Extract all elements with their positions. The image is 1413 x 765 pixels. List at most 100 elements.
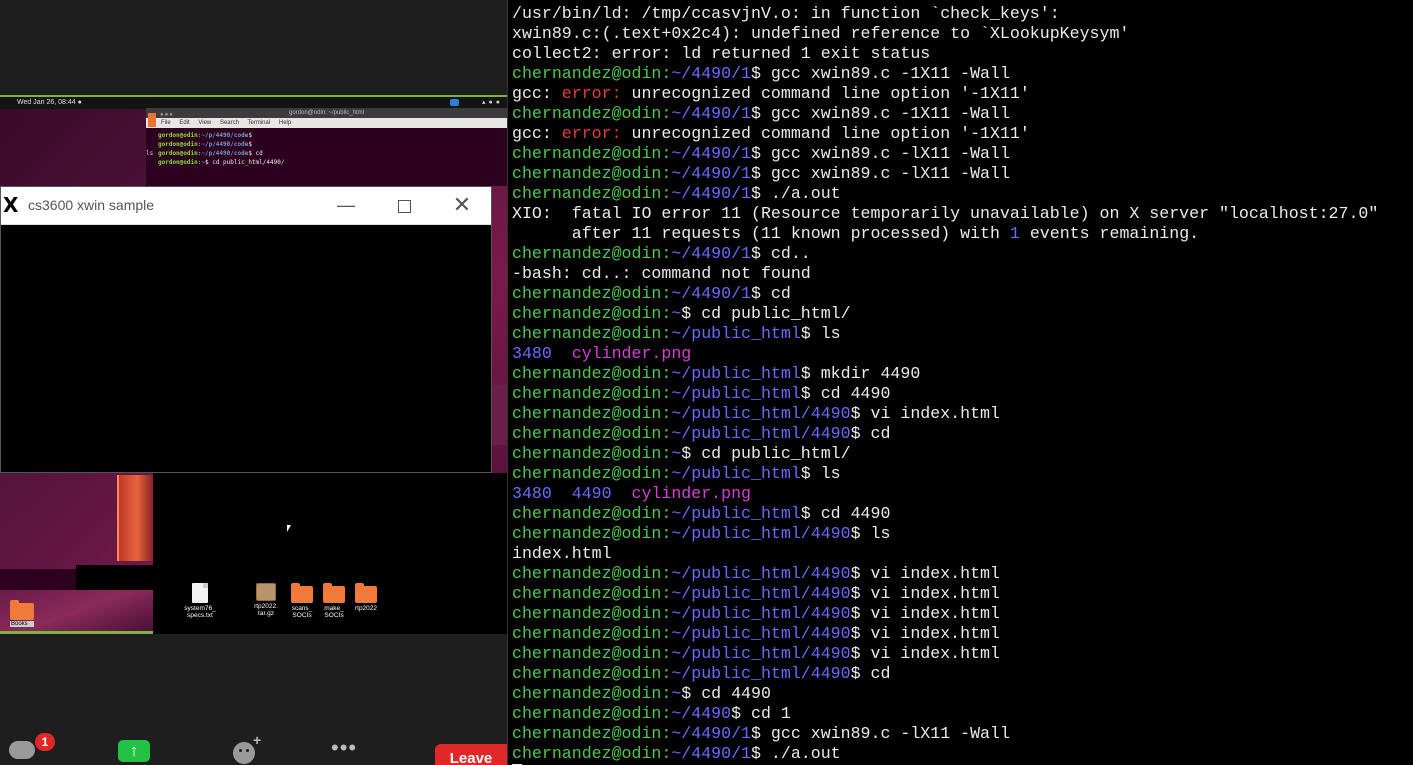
terminal-line: chernandez@odin:~/public_html/4490$ vi i… — [512, 564, 1378, 584]
ls-file: cylinder.png — [611, 484, 752, 503]
terminal-line: after 11 requests (11 known processed) w… — [512, 224, 1378, 244]
prompt-command: $ ls — [800, 464, 841, 483]
prompt-user: chernandez@odin: — [512, 564, 672, 583]
terminal-line: chernandez@odin:~$ cd public_html/ — [512, 444, 1378, 464]
prompt-path: ~/public_html/4490 — [671, 424, 851, 443]
terminal-line: chernandez@odin:~$ cd 4490 — [512, 684, 1378, 704]
prompt-path: ~ — [671, 684, 682, 703]
prompt-command: $ gcc xwin89.c -lX11 -Wall — [751, 164, 1010, 183]
maximize-button[interactable] — [381, 191, 427, 219]
xwin-sample-window[interactable]: X cs3600 xwin sample — ✕ — [0, 186, 492, 473]
chat-icon — [9, 741, 35, 759]
chat-button[interactable]: 1 — [8, 733, 55, 763]
xwin-titlebar[interactable]: X cs3600 xwin sample — ✕ — [1, 187, 491, 225]
gcc-prefix: gcc: — [512, 124, 562, 143]
prompt-command: $ gcc xwin89.c -1X11 -Wall — [751, 104, 1010, 123]
prompt-command: $ ls — [850, 524, 891, 543]
shared-terminal-line: gordon@odin:~$ cd public_html/4490/ — [158, 159, 285, 166]
prompt-path: ~ — [671, 304, 682, 323]
close-button[interactable]: ✕ — [439, 191, 485, 219]
desktop-file-system76-specs[interactable]: system76_ specs.txt — [180, 583, 220, 619]
prompt-user: chernandez@odin: — [512, 164, 672, 183]
output-text: /usr/bin/ld: /tmp/ccasvjnV.o: in functio… — [512, 4, 1060, 23]
prompt-user: chernandez@odin: — [512, 424, 672, 443]
prompt-user: chernandez@odin: — [512, 664, 672, 683]
prompt-path: ~/public_html/4490 — [671, 664, 851, 683]
leave-button[interactable]: Leave — [435, 744, 507, 765]
prompt-user: chernandez@odin: — [512, 64, 672, 83]
minimize-button[interactable]: — — [323, 191, 369, 219]
menu-search: Search — [219, 120, 239, 126]
terminal-line: chernandez@odin:~/public_html/4490$ vi i… — [512, 584, 1378, 604]
prompt-user: chernandez@odin: — [512, 284, 672, 303]
terminal-line: gcc: error: unrecognized command line op… — [512, 84, 1378, 104]
terminal-line: chernandez@odin:~/4490/1$ gcc xwin89.c -… — [512, 724, 1378, 744]
share-screen-button[interactable]: ↑ — [118, 740, 150, 762]
prompt-path: ~/public_html — [671, 364, 801, 383]
prompt-path: ~/public_html — [671, 464, 801, 483]
gcc-prefix: gcc: — [512, 84, 562, 103]
desktop-folder-rtp2022[interactable]: rtp2022 — [346, 583, 386, 612]
prompt-command: $ vi index.html — [850, 404, 1000, 423]
wallpaper-fragment — [490, 385, 507, 445]
terminal-line: chernandez@odin:~/4490/1$ gcc xwin89.c -… — [512, 164, 1378, 184]
prompt-command: $ cd 1 — [731, 704, 791, 723]
prompt-command: $ vi index.html — [850, 624, 1000, 643]
prompt-path: ~/4490/1 — [671, 64, 751, 83]
prompt-command: $ vi index.html — [850, 564, 1000, 583]
prompt-user: chernandez@odin: — [512, 364, 672, 383]
prompt-path: ~/public_html/4490 — [671, 624, 851, 643]
prompt-user: chernandez@odin: — [512, 144, 672, 163]
output-text: after 11 requests (11 known processed) w… — [512, 224, 1010, 243]
terminal-line: 3480 cylinder.png — [512, 344, 1378, 364]
terminal-line: index.html — [512, 544, 1378, 564]
desktop-file-rtp2022-tar[interactable]: rtp2022. tar.gz — [246, 583, 286, 617]
desktop-folder-books[interactable]: Books — [10, 600, 34, 627]
terminal-line: chernandez@odin:~/4490/1$ ./a.out — [512, 744, 1378, 764]
reactions-button[interactable]: + — [233, 732, 261, 764]
menu-help: Help — [278, 120, 292, 126]
terminal-line: XIO: fatal IO error 11 (Resource tempora… — [512, 204, 1378, 224]
prompt-user: chernandez@odin: — [512, 604, 672, 623]
error-label: error: — [561, 84, 622, 103]
terminal-line: chernandez@odin:~/public_html/4490$ vi i… — [512, 604, 1378, 624]
shared-terminal-line: gordon@odin:~/p/4490/code$ — [158, 132, 256, 139]
prompt-user: chernandez@odin: — [512, 624, 672, 643]
terminal-line: chernandez@odin:~/public_html/4490$ ls — [512, 524, 1378, 544]
output-text: xwin89.c:(.text+0x2c4): undefined refere… — [512, 24, 1130, 43]
menu-file: File — [161, 120, 171, 126]
shared-clock: Wed Jan 26, 08:44 ● — [17, 99, 82, 106]
terminal-line: -bash: cd..: command not found — [512, 264, 1378, 284]
prompt-path: ~/4490/1 — [671, 244, 751, 263]
prompt-user: chernandez@odin: — [512, 324, 672, 343]
prompt-user: chernandez@odin: — [512, 304, 672, 323]
prompt-user: chernandez@odin: — [512, 744, 672, 763]
recording-icon — [450, 99, 459, 106]
terminal-line: chernandez@odin:~/4490/1$ gcc xwin89.c -… — [512, 64, 1378, 84]
output-number: 1 — [1009, 224, 1020, 243]
ls-file: cylinder.png — [551, 344, 692, 363]
prompt-command: $ ls — [800, 324, 841, 343]
add-icon: + — [253, 732, 262, 748]
prompt-command: $ cd 4490 — [800, 504, 891, 523]
terminal-line: 3480 4490 cylinder.png — [512, 484, 1378, 504]
terminal-line: chernandez@odin:~/public_html$ ls — [512, 324, 1378, 344]
prompt-command: $ gcc xwin89.c -1X11 -Wall — [751, 64, 1010, 83]
prompt-user: chernandez@odin: — [512, 704, 672, 723]
shared-terminal-menubar: File Edit View Search Terminal Help — [146, 118, 507, 128]
prompt-command: $ vi index.html — [850, 584, 1000, 603]
terminal-output: /usr/bin/ld: /tmp/ccasvjnV.o: in functio… — [512, 4, 1378, 765]
prompt-user: chernandez@odin: — [512, 104, 672, 123]
prompt-path: ~/public_html/4490 — [671, 644, 851, 663]
terminal-line: chernandez@odin:~/4490/1$ gcc xwin89.c -… — [512, 104, 1378, 124]
prompt-command: $ cd — [850, 664, 891, 683]
terminal-line: /usr/bin/ld: /tmp/ccasvjnV.o: in functio… — [512, 4, 1378, 24]
shared-terminal-titlebar: ●●● gordon@odin: ~/public_html — [146, 108, 507, 118]
terminal-window[interactable]: /usr/bin/ld: /tmp/ccasvjnV.o: in functio… — [507, 0, 1413, 765]
mouse-cursor-icon — [287, 525, 291, 532]
prompt-user: chernandez@odin: — [512, 244, 672, 263]
xwin-canvas[interactable] — [1, 225, 491, 472]
desktop-icon-label: rtp2022 — [354, 605, 378, 612]
prompt-path: ~/public_html — [671, 324, 801, 343]
more-button[interactable]: ••• — [331, 737, 357, 759]
